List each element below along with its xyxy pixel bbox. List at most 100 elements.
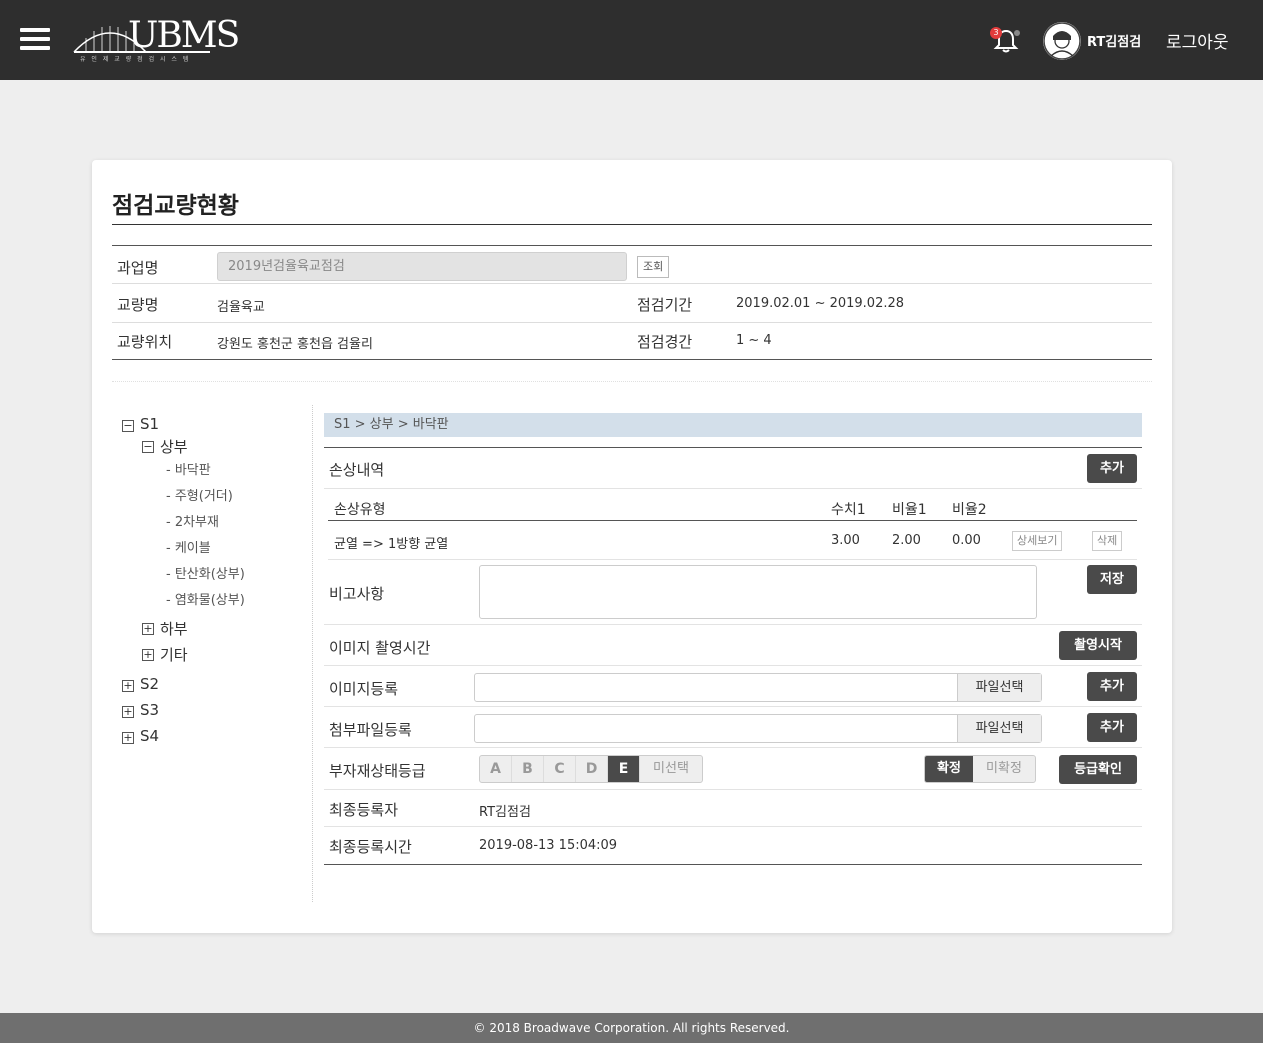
image-label: 이미지등록	[329, 680, 399, 698]
ratio2-cell: 0.00	[952, 533, 981, 548]
location-value: 강원도 홍천군 홍천읍 검율리	[217, 337, 373, 352]
tree-node-label: 상부	[160, 438, 188, 456]
logo-subtitle: 유 인 제 교 량 점 검 시 스 템	[80, 56, 191, 63]
tree-leaf-girder[interactable]: - 주형(거더)	[166, 485, 233, 504]
remarks-label: 비고사항	[329, 585, 385, 603]
span-label: 점검경간	[637, 333, 693, 351]
location-row: 교량위치 강원도 홍천군 홍천읍 검율리 점검경간 1 ~ 4	[112, 324, 1152, 360]
breadcrumb: S1 > 상부 > 바닥판	[324, 413, 1142, 437]
period-label: 점검기간	[637, 296, 693, 314]
user-avatar-icon	[1043, 22, 1081, 60]
col-value1: 수치1	[831, 502, 866, 518]
tree-leaf-deck[interactable]: - 바닥판	[166, 459, 211, 478]
project-label: 과업명	[117, 259, 159, 277]
tree-node-label: 하부	[160, 620, 188, 638]
photo-time-label: 이미지 촬영시간	[329, 639, 431, 657]
tree-leaf-chloride[interactable]: - 염화물(상부)	[166, 589, 245, 608]
grade-b-option[interactable]: B	[512, 756, 544, 782]
value1-cell: 3.00	[831, 533, 860, 548]
photo-time-row: 이미지 촬영시간 촬영시작	[324, 626, 1142, 666]
bridge-label: 교량명	[117, 296, 159, 314]
image-file-input[interactable]: 파일선택	[474, 673, 1042, 702]
tree-node-label: S1	[140, 415, 160, 433]
tree-leaf-cable[interactable]: - 케이블	[166, 537, 211, 556]
last-time-value: 2019-08-13 15:04:09	[479, 838, 618, 853]
photo-start-button[interactable]: 촬영시작	[1059, 631, 1137, 660]
confirm-off-option[interactable]: 미확정	[973, 756, 1035, 782]
add-damage-button[interactable]: 추가	[1087, 454, 1137, 483]
logo-text: UBMS	[128, 15, 240, 56]
damage-table-header: 손상유형 수치1 비율1 비율2	[328, 490, 1137, 521]
notification-dot	[1014, 30, 1020, 36]
attach-add-button[interactable]: 추가	[1087, 713, 1137, 742]
user-avatar[interactable]	[1043, 22, 1081, 60]
collapse-icon[interactable]: −	[142, 441, 154, 453]
col-ratio2: 비율2	[952, 502, 987, 518]
bridge-row: 교량명 검율육교 점검기간 2019.02.01 ~ 2019.02.28	[112, 285, 1152, 323]
tree-node-label: S3	[140, 701, 160, 719]
grade-none-option[interactable]: 미선택	[640, 756, 702, 782]
top-header: UBMS 유 인 제 교 량 점 검 시 스 템 3 RT김점검 로그아웃	[0, 0, 1263, 80]
confirm-on-option[interactable]: 확정	[925, 756, 973, 782]
tree-leaf-carbonation[interactable]: - 탄산화(상부)	[166, 563, 245, 582]
ratio1-cell: 2.00	[892, 533, 921, 548]
last-time-label: 최종등록시간	[329, 838, 412, 856]
grade-check-button[interactable]: 등급확인	[1059, 755, 1137, 784]
grade-row: 부자재상태등급 A B C D E 미선택 확정 미확정 등급확인	[324, 749, 1142, 790]
expand-icon[interactable]: +	[122, 706, 134, 718]
image-upload-row: 이미지등록 파일선택 추가	[324, 667, 1142, 707]
save-button[interactable]: 저장	[1087, 565, 1137, 594]
grade-e-option[interactable]: E	[608, 756, 640, 782]
expand-icon[interactable]: +	[122, 680, 134, 692]
detail-view-button[interactable]: 상세보기	[1012, 531, 1063, 551]
grade-a-option[interactable]: A	[480, 756, 512, 782]
user-name[interactable]: RT김점검	[1087, 31, 1141, 50]
remarks-row: 비고사항 저장	[324, 561, 1142, 625]
expand-icon[interactable]: +	[142, 623, 154, 635]
attach-upload-row: 첨부파일등록 파일선택 추가	[324, 708, 1142, 748]
delete-button[interactable]: 삭제	[1092, 531, 1123, 551]
title-divider	[112, 224, 1152, 225]
image-file-select-button[interactable]: 파일선택	[957, 674, 1041, 701]
period-value: 2019.02.01 ~ 2019.02.28	[736, 296, 905, 311]
page-title: 점검교량현황	[112, 193, 239, 219]
col-damage-type: 손상유형	[334, 502, 386, 518]
notification-badge: 3	[990, 27, 1002, 39]
expand-icon[interactable]: +	[142, 649, 154, 661]
attach-label: 첨부파일등록	[329, 721, 412, 739]
last-user-label: 최종등록자	[329, 801, 399, 819]
expand-icon[interactable]: +	[122, 732, 134, 744]
tree-node-label: S4	[140, 727, 160, 745]
grade-d-option[interactable]: D	[576, 756, 608, 782]
app-logo[interactable]: UBMS 유 인 제 교 량 점 검 시 스 템	[70, 16, 240, 64]
grade-label: 부자재상태등급	[329, 762, 426, 780]
menu-icon[interactable]	[20, 28, 50, 50]
footer-copyright: © 2018 Broadwave Corporation. All rights…	[0, 1013, 1263, 1043]
location-label: 교량위치	[117, 333, 173, 351]
table-row: 균열 => 1방향 균열 3.00 2.00 0.00 상세보기 삭제	[328, 522, 1137, 560]
attach-file-input[interactable]: 파일선택	[474, 714, 1042, 743]
attach-file-select-button[interactable]: 파일선택	[957, 715, 1041, 742]
main-card: 점검교량현황 과업명 2019년검율육교점검 조회 교량명 검율육교 점검기간 …	[92, 160, 1172, 933]
span-value: 1 ~ 4	[736, 333, 772, 348]
grade-c-option[interactable]: C	[544, 756, 576, 782]
col-ratio1: 비율1	[892, 502, 927, 518]
last-user-value: RT김점검	[479, 805, 531, 820]
tree-node-label: 기타	[160, 646, 188, 664]
tree-divider	[312, 405, 313, 902]
bridge-value: 검율육교	[217, 300, 265, 315]
tree-leaf-secondary[interactable]: - 2차부재	[166, 511, 219, 530]
query-button[interactable]: 조회	[637, 256, 670, 278]
collapse-icon[interactable]: −	[122, 420, 134, 432]
project-input[interactable]: 2019년검율육교점검	[217, 252, 627, 281]
logout-button[interactable]: 로그아웃	[1166, 28, 1229, 53]
damage-header-row: 손상내역 추가	[324, 448, 1142, 489]
tree-node-label: S2	[140, 675, 160, 693]
damage-label: 손상내역	[329, 461, 385, 479]
image-add-button[interactable]: 추가	[1087, 672, 1137, 701]
section-divider	[112, 381, 1152, 382]
remarks-textarea[interactable]	[479, 565, 1037, 619]
last-time-row: 최종등록시간 2019-08-13 15:04:09	[324, 828, 1142, 865]
damage-type-cell: 균열 => 1방향 균열	[334, 537, 449, 552]
project-row: 과업명 2019년검율육교점검 조회	[112, 246, 1152, 284]
